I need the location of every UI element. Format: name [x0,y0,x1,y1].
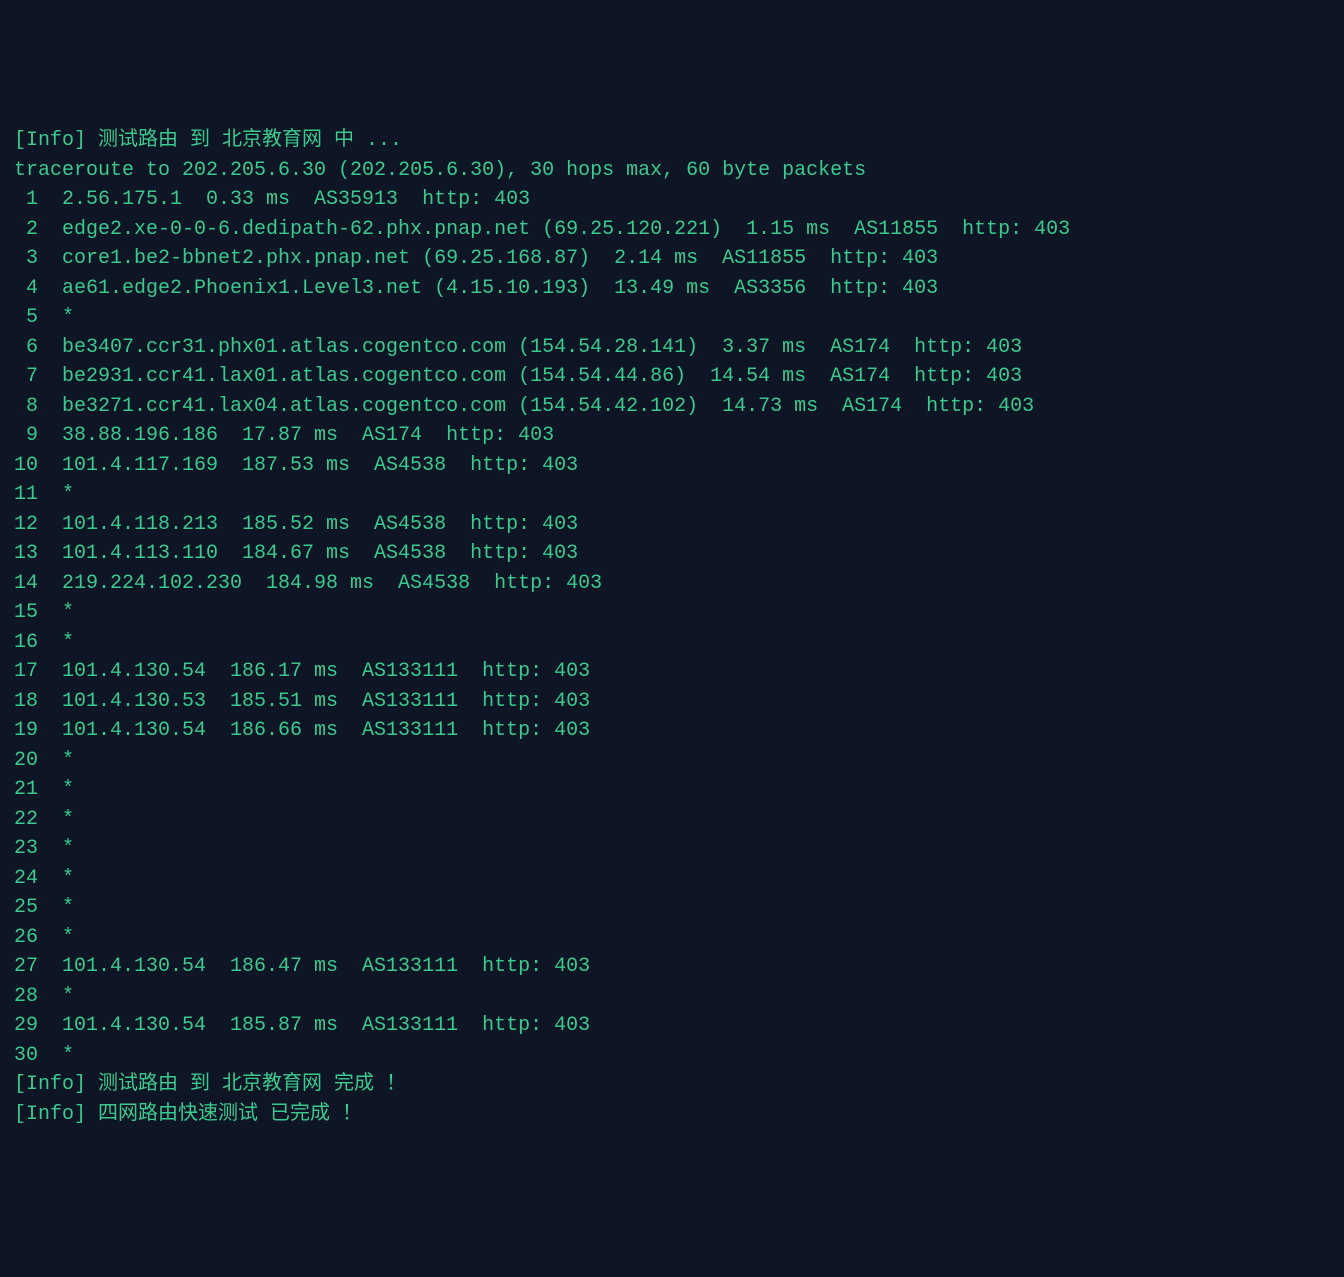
traceroute-header: traceroute to 202.205.6.30 (202.205.6.30… [14,156,1330,186]
hop-row: 25 * [14,893,1330,923]
hop-number: 22 [14,805,38,835]
hop-detail: core1.be2-bbnet2.phx.pnap.net (69.25.168… [38,247,938,270]
hop-detail: * [38,483,74,506]
hop-detail: 101.4.130.53 185.51 ms AS133111 http: 40… [38,690,590,713]
hop-detail: * [38,808,74,831]
hop-detail: 101.4.130.54 186.47 ms AS133111 http: 40… [38,955,590,978]
hop-row: 7 be2931.ccr41.lax01.atlas.cogentco.com … [14,362,1330,392]
hop-number: 4 [14,274,38,304]
hop-row: 22 * [14,805,1330,835]
hop-number: 25 [14,893,38,923]
hop-detail: * [38,985,74,1008]
hop-detail: be2931.ccr41.lax01.atlas.cogentco.com (1… [38,365,1022,388]
hop-detail: * [38,306,74,329]
hop-detail: 101.4.130.54 185.87 ms AS133111 http: 40… [38,1014,590,1037]
hop-number: 14 [14,569,38,599]
hop-row: 20 * [14,746,1330,776]
hop-row: 29 101.4.130.54 185.87 ms AS133111 http:… [14,1011,1330,1041]
hop-number: 21 [14,775,38,805]
hop-detail: * [38,631,74,654]
hop-row: 6 be3407.ccr31.phx01.atlas.cogentco.com … [14,333,1330,363]
hop-number: 7 [14,362,38,392]
hop-number: 26 [14,923,38,953]
hop-row: 13 101.4.113.110 184.67 ms AS4538 http: … [14,539,1330,569]
hop-row: 9 38.88.196.186 17.87 ms AS174 http: 403 [14,421,1330,451]
hop-detail: * [38,837,74,860]
hop-number: 15 [14,598,38,628]
hop-number: 13 [14,539,38,569]
hop-row: 19 101.4.130.54 186.66 ms AS133111 http:… [14,716,1330,746]
hop-row: 5 * [14,303,1330,333]
hop-detail: 101.4.118.213 185.52 ms AS4538 http: 403 [38,513,578,536]
hop-number: 23 [14,834,38,864]
hop-row: 15 * [14,598,1330,628]
hop-number: 30 [14,1041,38,1071]
hop-row: 24 * [14,864,1330,894]
hop-detail: * [38,778,74,801]
hop-detail: * [38,601,74,624]
hop-detail: 219.224.102.230 184.98 ms AS4538 http: 4… [38,572,602,595]
hop-row: 1 2.56.175.1 0.33 ms AS35913 http: 403 [14,185,1330,215]
hop-row: 8 be3271.ccr41.lax04.atlas.cogentco.com … [14,392,1330,422]
hop-row: 2 edge2.xe-0-0-6.dedipath-62.phx.pnap.ne… [14,215,1330,245]
hop-number: 16 [14,628,38,658]
hop-number: 20 [14,746,38,776]
hop-number: 6 [14,333,38,363]
hop-number: 19 [14,716,38,746]
hop-number: 9 [14,421,38,451]
hop-detail: 2.56.175.1 0.33 ms AS35913 http: 403 [38,188,530,211]
hop-row: 21 * [14,775,1330,805]
hop-detail: 101.4.130.54 186.17 ms AS133111 http: 40… [38,660,590,683]
hop-number: 24 [14,864,38,894]
hop-row: 4 ae61.edge2.Phoenix1.Level3.net (4.15.1… [14,274,1330,304]
hop-detail: be3271.ccr41.lax04.atlas.cogentco.com (1… [38,395,1034,418]
hop-detail: * [38,896,74,919]
hop-number: 27 [14,952,38,982]
hop-detail: ae61.edge2.Phoenix1.Level3.net (4.15.10.… [38,277,938,300]
hop-row: 12 101.4.118.213 185.52 ms AS4538 http: … [14,510,1330,540]
hop-number: 1 [14,185,38,215]
hop-number: 3 [14,244,38,274]
hop-number: 11 [14,480,38,510]
info-done-route: [Info] 测试路由 到 北京教育网 完成 ！ [14,1070,1330,1100]
hop-detail: 101.4.130.54 186.66 ms AS133111 http: 40… [38,719,590,742]
hop-row: 14 219.224.102.230 184.98 ms AS4538 http… [14,569,1330,599]
hop-row: 28 * [14,982,1330,1012]
hop-detail: 101.4.113.110 184.67 ms AS4538 http: 403 [38,542,578,565]
hop-row: 27 101.4.130.54 186.47 ms AS133111 http:… [14,952,1330,982]
hop-row: 3 core1.be2-bbnet2.phx.pnap.net (69.25.1… [14,244,1330,274]
hop-detail: * [38,1044,74,1067]
hop-detail: * [38,749,74,772]
hop-row: 10 101.4.117.169 187.53 ms AS4538 http: … [14,451,1330,481]
hop-number: 10 [14,451,38,481]
hop-number: 5 [14,303,38,333]
hop-detail: be3407.ccr31.phx01.atlas.cogentco.com (1… [38,336,1022,359]
hop-row: 30 * [14,1041,1330,1071]
hop-detail: 38.88.196.186 17.87 ms AS174 http: 403 [38,424,554,447]
hop-number: 12 [14,510,38,540]
hop-row: 23 * [14,834,1330,864]
info-done-all: [Info] 四网路由快速测试 已完成 ！ [14,1100,1330,1130]
hop-detail: edge2.xe-0-0-6.dedipath-62.phx.pnap.net … [38,218,1070,241]
hop-row: 18 101.4.130.53 185.51 ms AS133111 http:… [14,687,1330,717]
hop-detail: 101.4.117.169 187.53 ms AS4538 http: 403 [38,454,578,477]
hop-row: 11 * [14,480,1330,510]
hop-row: 26 * [14,923,1330,953]
hop-number: 2 [14,215,38,245]
hop-number: 18 [14,687,38,717]
hop-row: 16 * [14,628,1330,658]
info-start: [Info] 测试路由 到 北京教育网 中 ... [14,126,1330,156]
terminal-output: [Info] 测试路由 到 北京教育网 中 ...traceroute to 2… [14,126,1330,1129]
hop-detail: * [38,867,74,890]
hop-row: 17 101.4.130.54 186.17 ms AS133111 http:… [14,657,1330,687]
hop-number: 8 [14,392,38,422]
hop-detail: * [38,926,74,949]
hop-number: 28 [14,982,38,1012]
hop-number: 29 [14,1011,38,1041]
hop-number: 17 [14,657,38,687]
